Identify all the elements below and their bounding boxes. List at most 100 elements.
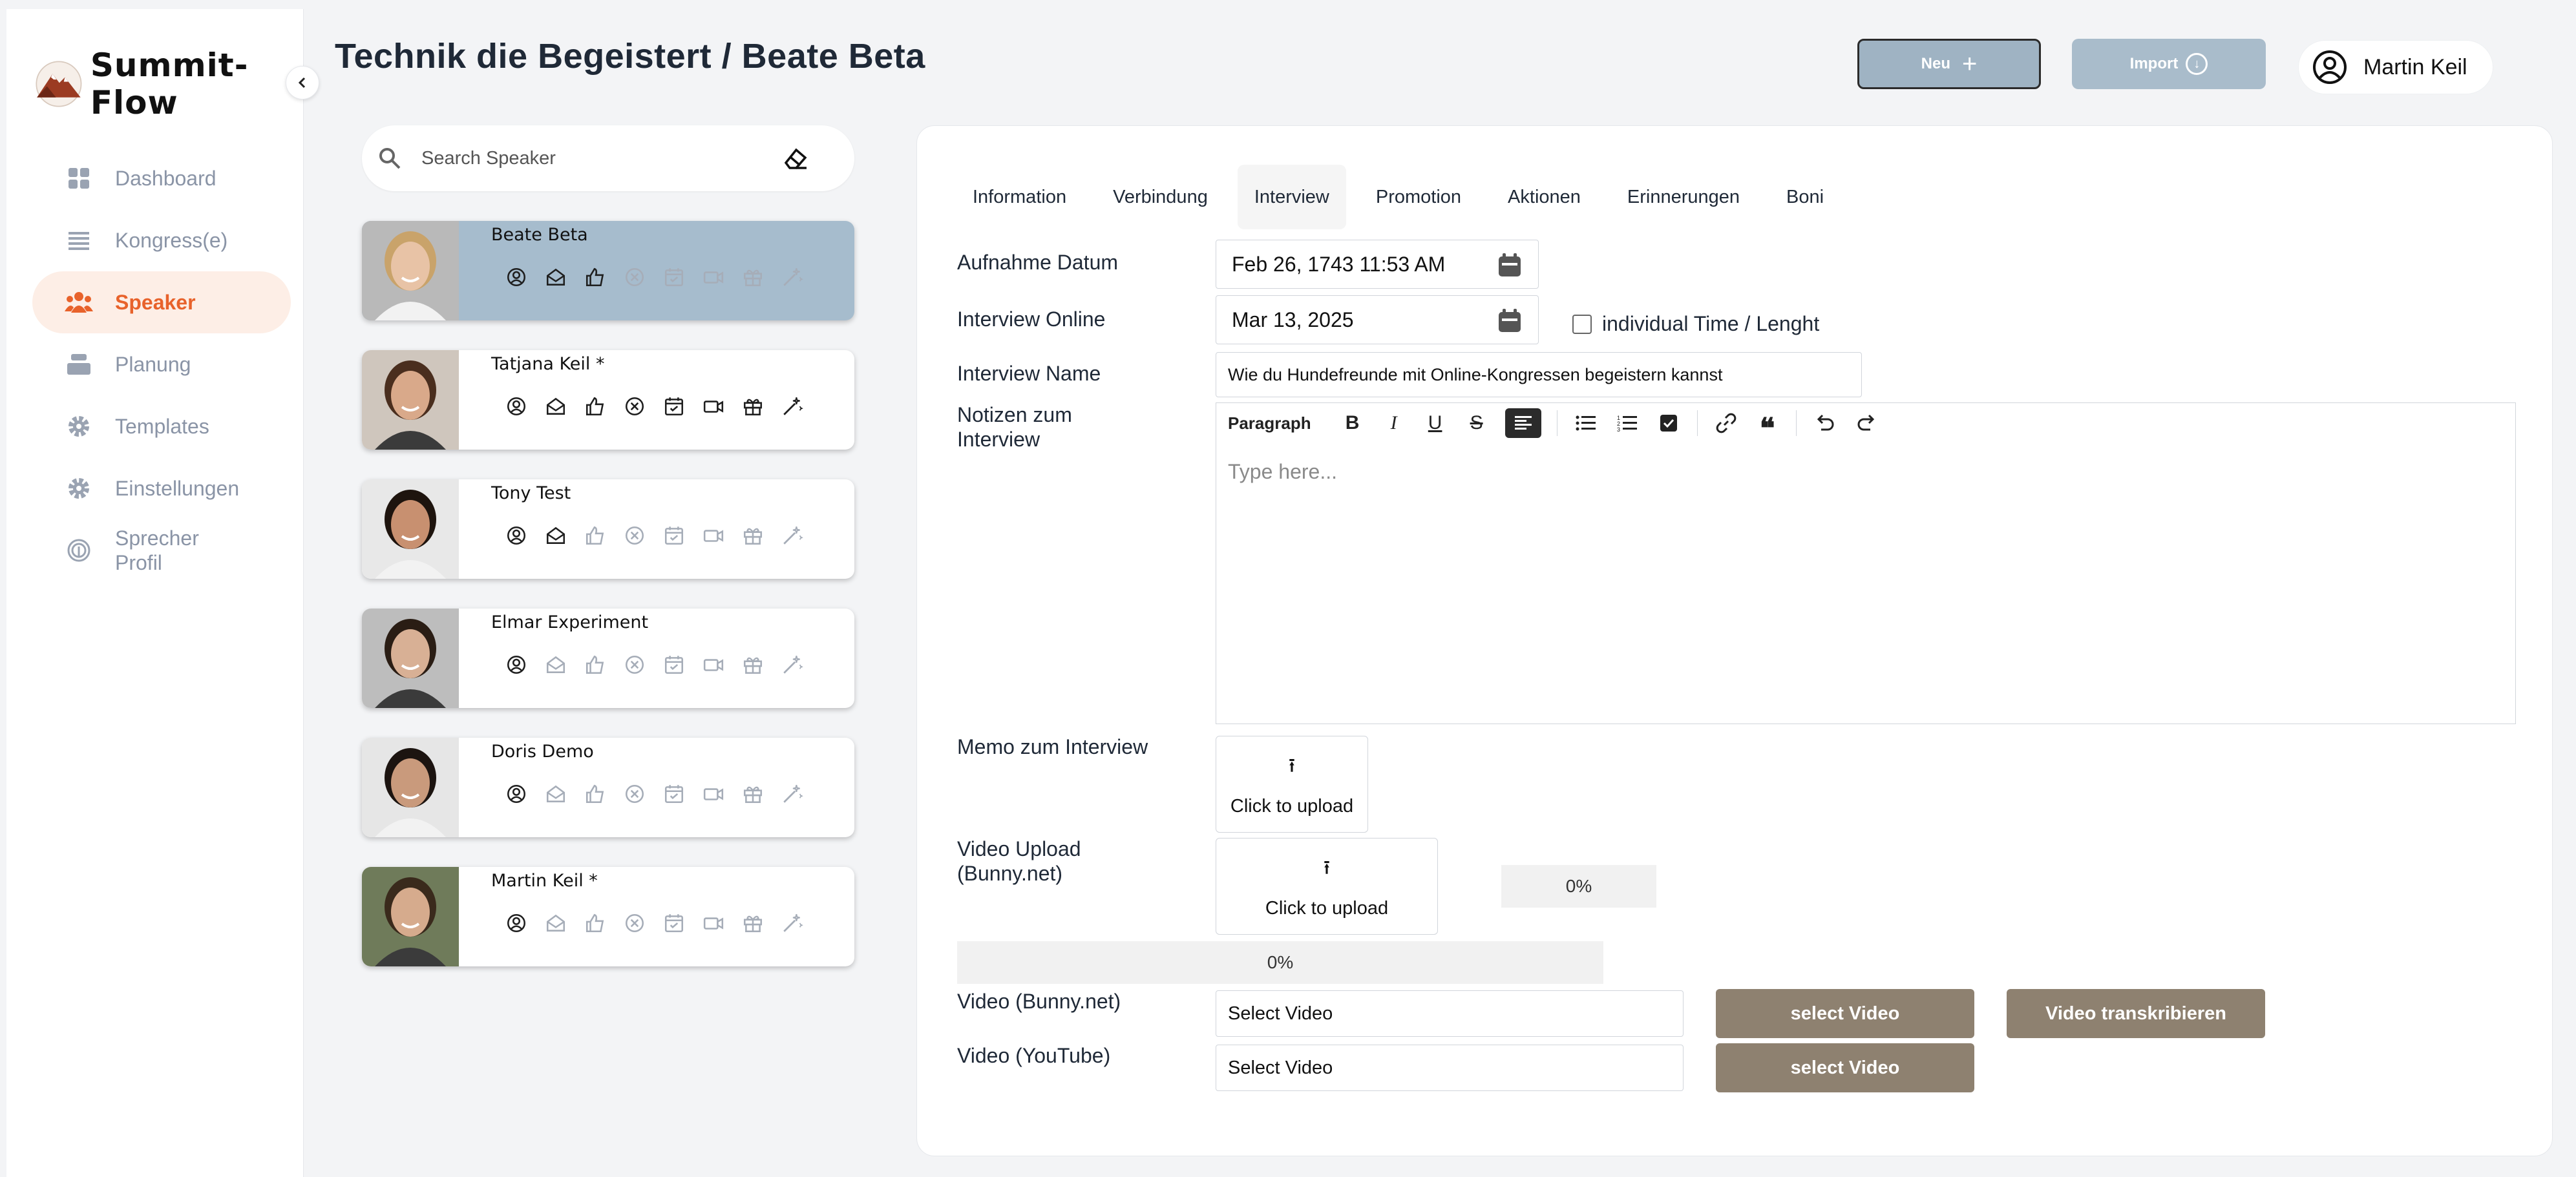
tab-verbindung[interactable]: Verbindung [1096, 165, 1225, 229]
undo-icon[interactable] [1812, 410, 1838, 436]
sidebar-item-templates[interactable]: Templates [32, 395, 291, 457]
thumbs-up-icon[interactable] [582, 651, 609, 678]
search-input[interactable] [421, 147, 770, 169]
notes-editor[interactable]: Paragraph B I U S 123 ❝ Type here... [1216, 402, 2516, 724]
user-circle-icon[interactable] [503, 264, 530, 291]
sidebar-item-planung[interactable]: Planung [32, 333, 291, 395]
redo-icon[interactable] [1853, 410, 1879, 436]
magic-wand-icon[interactable] [779, 651, 806, 678]
gift-icon[interactable] [739, 522, 766, 549]
magic-wand-icon[interactable] [779, 780, 806, 807]
thumbs-up-icon[interactable] [582, 522, 609, 549]
tab-boni[interactable]: Boni [1769, 165, 1841, 229]
gift-icon[interactable] [739, 264, 766, 291]
collapse-sidebar-button[interactable] [286, 66, 319, 99]
thumbs-up-icon[interactable] [582, 910, 609, 937]
online-date-field[interactable]: Mar 13, 2025 [1216, 295, 1539, 344]
transcribe-video-button[interactable]: Video transkribieren [2007, 989, 2265, 1038]
checklist-icon[interactable] [1656, 410, 1682, 436]
sidebar-item-sprecher-profil[interactable]: Sprecher Profil [32, 519, 291, 581]
x-circle-icon[interactable] [621, 264, 648, 291]
select-video-button[interactable]: select Video [1716, 989, 1974, 1038]
checkbox-box[interactable] [1572, 314, 1592, 334]
user-circle-icon[interactable] [503, 780, 530, 807]
sidebar-item-einstellungen[interactable]: Einstellungen [32, 457, 291, 519]
individual-time-checkbox[interactable]: individual Time / Lenght [1572, 312, 1819, 336]
magic-wand-icon[interactable] [779, 910, 806, 937]
calendar-check-icon[interactable] [660, 651, 688, 678]
speaker-card[interactable]: Tony Test [362, 479, 854, 579]
video-camera-icon[interactable] [700, 393, 727, 420]
gift-icon[interactable] [739, 651, 766, 678]
sidebar-item-speaker[interactable]: Speaker [32, 271, 291, 333]
bullet-list-icon[interactable] [1573, 410, 1599, 436]
calendar-check-icon[interactable] [660, 910, 688, 937]
tab-information[interactable]: Information [956, 165, 1083, 229]
calendar-check-icon[interactable] [660, 522, 688, 549]
eraser-icon[interactable] [782, 145, 809, 172]
tab-promotion[interactable]: Promotion [1359, 165, 1478, 229]
numbered-list-icon[interactable]: 123 [1614, 410, 1640, 436]
link-icon[interactable] [1713, 410, 1739, 436]
x-circle-icon[interactable] [621, 522, 648, 549]
align-left-icon[interactable] [1504, 408, 1541, 438]
user-circle-icon[interactable] [503, 910, 530, 937]
envelope-open-icon[interactable] [542, 264, 569, 291]
thumbs-up-icon[interactable] [582, 264, 609, 291]
video-upload-button[interactable]: ⭱ Click to upload [1216, 838, 1438, 935]
envelope-open-icon[interactable] [542, 393, 569, 420]
recording-date-field[interactable]: Feb 26, 1743 11:53 AM [1216, 240, 1539, 289]
magic-wand-icon[interactable] [779, 522, 806, 549]
interview-name-input[interactable]: Wie du Hundefreunde mit Online-Kongresse… [1216, 352, 1862, 397]
magic-wand-icon[interactable] [779, 264, 806, 291]
bunny-video-select[interactable]: Select Video [1216, 990, 1684, 1037]
envelope-open-icon[interactable] [542, 651, 569, 678]
quote-icon[interactable]: ❝ [1755, 410, 1780, 443]
x-circle-icon[interactable] [621, 780, 648, 807]
thumbs-up-icon[interactable] [582, 393, 609, 420]
calendar-check-icon[interactable] [660, 393, 688, 420]
video-camera-icon[interactable] [700, 780, 727, 807]
gift-icon[interactable] [739, 780, 766, 807]
envelope-open-icon[interactable] [542, 780, 569, 807]
envelope-open-icon[interactable] [542, 522, 569, 549]
underline-icon[interactable]: U [1422, 410, 1448, 436]
speaker-card[interactable]: Doris Demo [362, 738, 854, 837]
gift-icon[interactable] [739, 910, 766, 937]
video-camera-icon[interactable] [700, 910, 727, 937]
brand[interactable]: Summit-Flow [34, 47, 303, 121]
gift-icon[interactable] [739, 393, 766, 420]
italic-icon[interactable]: I [1381, 410, 1407, 436]
thumbs-up-icon[interactable] [582, 780, 609, 807]
strikethrough-icon[interactable]: S [1464, 410, 1490, 436]
envelope-open-icon[interactable] [542, 910, 569, 937]
sidebar-item-dashboard[interactable]: Dashboard [32, 147, 291, 209]
video-camera-icon[interactable] [700, 651, 727, 678]
speaker-card[interactable]: Tatjana Keil * [362, 350, 854, 450]
tab-aktionen[interactable]: Aktionen [1491, 165, 1598, 229]
youtube-video-select[interactable]: Select Video [1216, 1045, 1684, 1091]
import-button[interactable]: Import ↓ [2072, 39, 2266, 89]
calendar-icon[interactable] [1497, 252, 1523, 278]
paragraph-dropdown[interactable]: Paragraph [1228, 413, 1311, 433]
calendar-icon[interactable] [1497, 307, 1523, 333]
sidebar-item-kongresse[interactable]: Kongress(e) [32, 209, 291, 271]
tab-interview[interactable]: Interview [1237, 165, 1346, 229]
new-button[interactable]: Neu + [1857, 39, 2041, 89]
user-menu[interactable]: Martin Keil [2298, 40, 2493, 94]
user-circle-icon[interactable] [503, 393, 530, 420]
bold-icon[interactable]: B [1340, 410, 1366, 436]
user-circle-icon[interactable] [503, 522, 530, 549]
speaker-card[interactable]: Elmar Experiment [362, 609, 854, 708]
x-circle-icon[interactable] [621, 910, 648, 937]
speaker-card[interactable]: Martin Keil * [362, 867, 854, 966]
memo-upload-button[interactable]: ⭱ Click to upload [1216, 736, 1368, 833]
calendar-check-icon[interactable] [660, 780, 688, 807]
calendar-check-icon[interactable] [660, 264, 688, 291]
user-circle-icon[interactable] [503, 651, 530, 678]
video-camera-icon[interactable] [700, 264, 727, 291]
select-youtube-video-button[interactable]: select Video [1716, 1043, 1974, 1092]
x-circle-icon[interactable] [621, 393, 648, 420]
tab-erinnerungen[interactable]: Erinnerungen [1610, 165, 1757, 229]
x-circle-icon[interactable] [621, 651, 648, 678]
